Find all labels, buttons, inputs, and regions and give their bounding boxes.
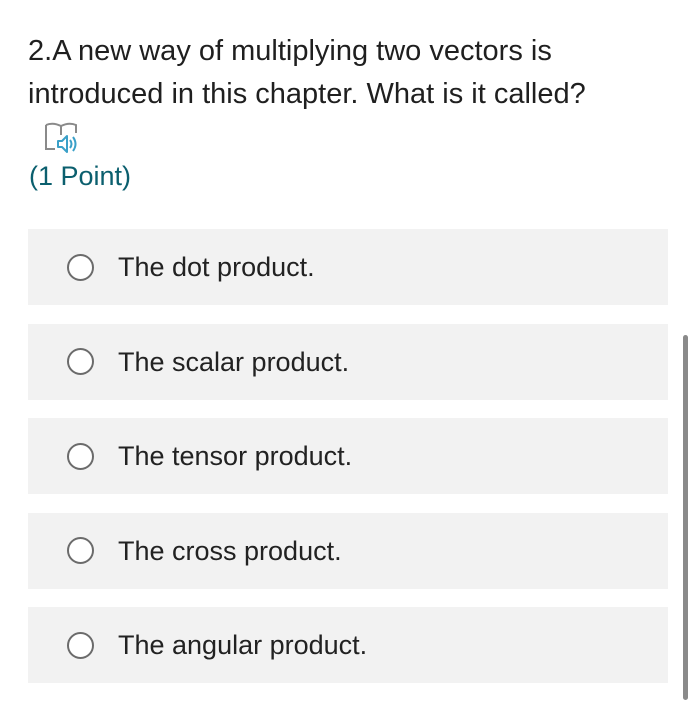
answer-option[interactable]: The scalar product. [28,323,668,400]
answer-option-label: The scalar product. [118,346,350,377]
question-number: 2. [28,35,53,67]
answer-option-label: The angular product. [118,630,368,660]
radio-button[interactable] [67,348,94,375]
radio-button[interactable] [67,537,94,564]
answer-option-label: The tensor product. [118,441,353,471]
answer-option-label: The cross product. [118,535,342,566]
scrollbar[interactable] [683,335,688,700]
question-body: A new way of multiplying two vectors is … [28,35,586,110]
answer-option[interactable]: The tensor product. [28,418,668,494]
answer-option-label: The dot product. [118,252,315,282]
answer-option[interactable]: The dot product. [28,229,668,305]
answer-option[interactable]: The angular product. [28,607,668,683]
answer-options: The dot product. The scalar product. The… [28,229,668,702]
radio-button[interactable] [67,631,94,659]
answer-option[interactable]: The cross product. [28,512,668,589]
radio-button[interactable] [67,253,94,281]
radio-button[interactable] [67,442,94,470]
question-text: 2.A new way of multiplying two vectors i… [28,30,668,116]
question-points: (1 Point) [29,161,132,191]
immersive-reader-icon[interactable] [44,121,80,155]
